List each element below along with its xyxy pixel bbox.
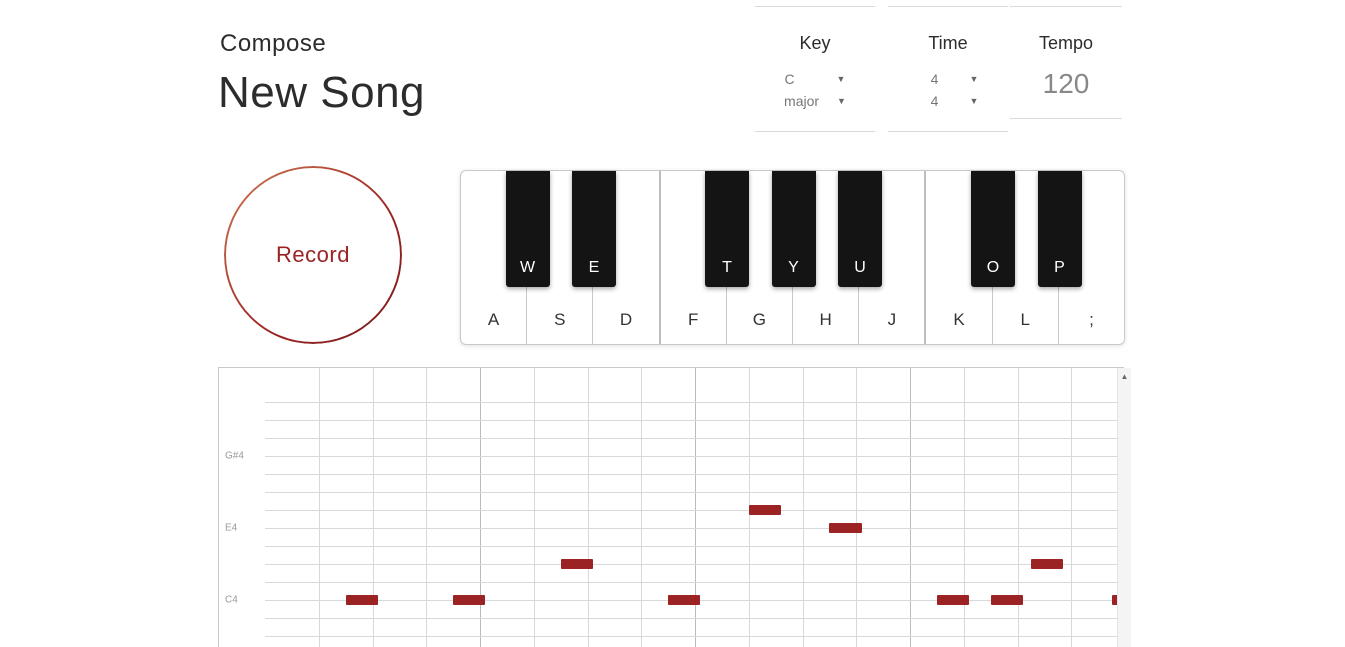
pitch-line xyxy=(265,492,1124,493)
pitch-line xyxy=(265,528,1124,529)
pitch-line xyxy=(265,636,1124,637)
beat-line xyxy=(1018,368,1019,647)
chevron-down-icon[interactable]: ▼ xyxy=(837,94,846,108)
time-panel: Time 4 ▼ 4 ▼ xyxy=(888,6,1008,132)
pitch-label: C4 xyxy=(225,595,238,606)
black-key[interactable]: O xyxy=(971,171,1015,287)
chevron-down-icon[interactable]: ▼ xyxy=(970,72,979,86)
pitch-line xyxy=(265,402,1124,403)
pitch-line xyxy=(265,510,1124,511)
beat-line xyxy=(319,368,320,647)
pitch-line xyxy=(265,618,1124,619)
tempo-panel: Tempo 120 xyxy=(1010,6,1122,119)
compose-label: Compose xyxy=(220,30,326,58)
black-key[interactable]: E xyxy=(572,171,616,287)
pitch-label: G#4 xyxy=(225,451,244,462)
scroll-up-icon[interactable]: ▲ xyxy=(1118,368,1131,384)
time-num-select[interactable]: 4 ▼ xyxy=(888,68,1008,90)
note[interactable] xyxy=(668,595,700,605)
key-heading: Key xyxy=(755,33,875,54)
tempo-heading: Tempo xyxy=(1010,33,1122,54)
pitch-line xyxy=(265,564,1124,565)
note[interactable] xyxy=(453,595,485,605)
pitch-line xyxy=(265,420,1124,421)
beat-line xyxy=(695,368,696,647)
key-mode-select[interactable]: major ▼ xyxy=(755,90,875,112)
key-panel: Key C ▼ major ▼ xyxy=(755,6,875,132)
time-den-select[interactable]: 4 ▼ xyxy=(888,90,1008,112)
black-key[interactable]: U xyxy=(838,171,882,287)
song-title[interactable]: New Song xyxy=(218,68,425,118)
tempo-value[interactable]: 120 xyxy=(1010,68,1122,100)
chevron-down-icon[interactable]: ▼ xyxy=(970,94,979,108)
beat-line xyxy=(426,368,427,647)
note[interactable] xyxy=(991,595,1023,605)
beat-line xyxy=(534,368,535,647)
note[interactable] xyxy=(1031,559,1063,569)
key-root-value: C xyxy=(785,68,819,90)
key-mode-value: major xyxy=(784,90,819,112)
beat-line xyxy=(480,368,481,647)
black-key[interactable]: P xyxy=(1038,171,1082,287)
pitch-label: E4 xyxy=(225,523,237,534)
time-heading: Time xyxy=(888,33,1008,54)
record-label: Record xyxy=(276,242,350,268)
chevron-down-icon[interactable]: ▼ xyxy=(837,72,846,86)
record-button[interactable]: Record xyxy=(224,166,402,344)
note[interactable] xyxy=(346,595,378,605)
beat-line xyxy=(910,368,911,647)
note[interactable] xyxy=(937,595,969,605)
pitch-line xyxy=(265,582,1124,583)
roll-scrollbar[interactable]: ▲ xyxy=(1117,368,1131,647)
pitch-line xyxy=(265,546,1124,547)
beat-line xyxy=(964,368,965,647)
black-key[interactable]: Y xyxy=(772,171,816,287)
pitch-line xyxy=(265,474,1124,475)
note[interactable] xyxy=(749,505,781,515)
piano-roll[interactable]: G#4E4C4G#3 xyxy=(218,367,1124,647)
key-root-select[interactable]: C ▼ xyxy=(755,68,875,90)
black-key[interactable]: W xyxy=(506,171,550,287)
pitch-line xyxy=(265,438,1124,439)
beat-line xyxy=(588,368,589,647)
beat-line xyxy=(641,368,642,647)
beat-line xyxy=(373,368,374,647)
beat-line xyxy=(856,368,857,647)
time-den-value: 4 xyxy=(918,90,952,112)
pitch-line xyxy=(265,456,1124,457)
beat-line xyxy=(803,368,804,647)
note[interactable] xyxy=(829,523,861,533)
keyboard: ASDFGHJKL; WETYUOP xyxy=(460,170,1125,345)
black-key[interactable]: T xyxy=(705,171,749,287)
note[interactable] xyxy=(561,559,593,569)
beat-line xyxy=(1071,368,1072,647)
time-num-value: 4 xyxy=(918,68,952,90)
